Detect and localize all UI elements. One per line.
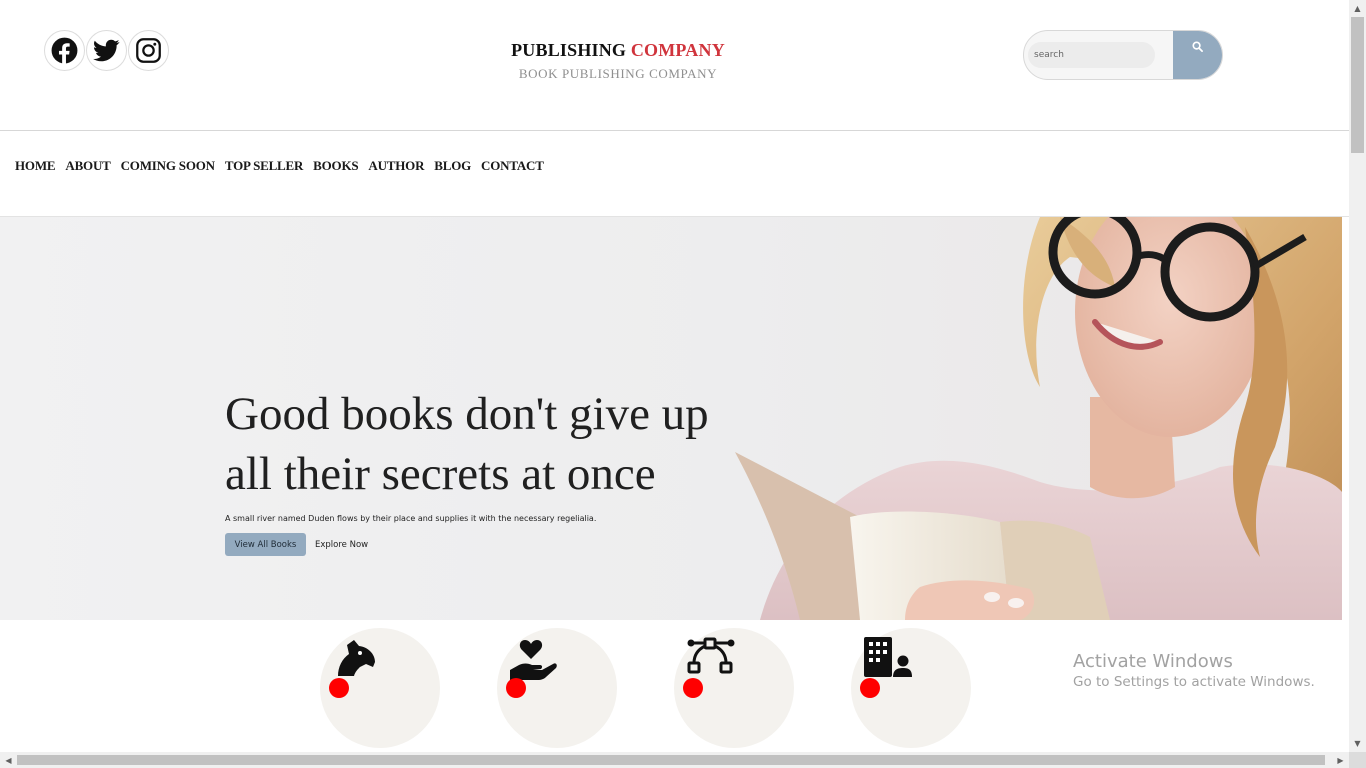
twitter-button[interactable]	[86, 30, 127, 71]
watermark-subtitle: Go to Settings to activate Windows.	[1073, 674, 1315, 690]
hero-description: A small river named Duden flows by their…	[225, 514, 597, 523]
horizontal-scrollbar[interactable]: ◀ ▶	[0, 752, 1349, 768]
watermark-title: Activate Windows	[1073, 651, 1233, 672]
instagram-button[interactable]	[128, 30, 169, 71]
building-user-icon	[864, 637, 912, 677]
explore-now-link[interactable]: Explore Now	[315, 540, 368, 550]
feature-item-2[interactable]	[497, 628, 617, 748]
bezier-curve-icon	[687, 637, 735, 674]
brand-title: PUBLISHING COMPANY	[418, 40, 818, 61]
search-input[interactable]	[1028, 42, 1155, 68]
instagram-icon	[136, 38, 161, 63]
view-all-books-button[interactable]: View All Books	[225, 533, 306, 556]
feature-item-1[interactable]	[320, 628, 440, 748]
activate-windows-watermark: Activate Windows Go to Settings to activ…	[1073, 651, 1315, 690]
nav-item-contact[interactable]: CONTACT	[481, 158, 544, 174]
brand-title-main: PUBLISHING	[511, 40, 627, 60]
feature-item-4[interactable]	[851, 628, 971, 748]
red-dot-marker	[506, 678, 526, 698]
brand-title-accent: COMPANY	[630, 40, 725, 60]
search-button[interactable]	[1173, 31, 1222, 79]
nav-item-about[interactable]: ABOUT	[65, 158, 110, 174]
chess-knight-icon	[338, 640, 375, 676]
hero-actions: View All Books Explore Now	[225, 533, 785, 556]
hero-content: Good books don't give up all their secre…	[225, 384, 785, 556]
brand-logo[interactable]: PUBLISHING COMPANY BOOK PUBLISHING COMPA…	[418, 40, 818, 82]
nav-item-books[interactable]: BOOKS	[313, 158, 358, 174]
red-dot-marker	[329, 678, 349, 698]
nav-list: HOME ABOUT COMING SOON TOP SELLER BOOKS …	[15, 158, 544, 174]
facebook-button[interactable]	[44, 30, 85, 71]
scroll-left-arrow-icon[interactable]: ◀	[0, 752, 17, 768]
red-dot-marker	[860, 678, 880, 698]
scrollbar-corner	[1349, 752, 1366, 768]
main-navigation: HOME ABOUT COMING SOON TOP SELLER BOOKS …	[0, 130, 1349, 217]
vertical-scrollbar[interactable]: ▲ ▼	[1349, 0, 1366, 752]
nav-item-blog[interactable]: BLOG	[434, 158, 471, 174]
brand-subtitle: BOOK PUBLISHING COMPANY	[518, 66, 718, 81]
scroll-down-arrow-icon[interactable]: ▼	[1349, 735, 1366, 752]
nav-item-home[interactable]: HOME	[15, 158, 56, 174]
hero-banner: Good books don't give up all their secre…	[0, 217, 1342, 620]
red-dot-marker	[683, 678, 703, 698]
site-header: PUBLISHING COMPANY BOOK PUBLISHING COMPA…	[0, 0, 1349, 130]
scroll-right-arrow-icon[interactable]: ▶	[1332, 752, 1349, 768]
nav-item-top-seller[interactable]: TOP SELLER	[225, 158, 304, 174]
nav-item-coming-soon[interactable]: COMING SOON	[121, 158, 215, 174]
search-icon	[1192, 41, 1203, 52]
hero-title-line-1: Good books don't give up	[225, 388, 709, 440]
vertical-scroll-thumb[interactable]	[1351, 17, 1364, 153]
twitter-icon	[93, 39, 120, 62]
hero-title-line-2: all their secrets at once	[225, 448, 656, 500]
hero-title: Good books don't give up all their secre…	[225, 384, 785, 504]
horizontal-scroll-thumb[interactable]	[17, 755, 1325, 765]
nav-item-author[interactable]: AUTHOR	[368, 158, 424, 174]
hand-holding-heart-icon	[510, 640, 557, 680]
facebook-icon	[51, 37, 78, 64]
social-links	[44, 30, 169, 71]
scroll-up-arrow-icon[interactable]: ▲	[1349, 0, 1366, 17]
feature-item-3[interactable]	[674, 628, 794, 748]
search-box	[1023, 30, 1223, 80]
